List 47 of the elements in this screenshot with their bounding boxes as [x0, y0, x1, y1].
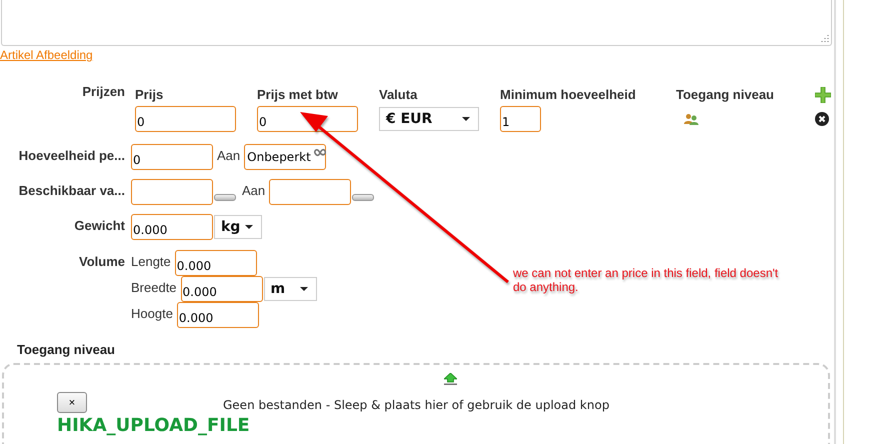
column-header: Minimum hoeveelheid [500, 86, 637, 104]
date-picker-button[interactable] [352, 194, 374, 201]
row-label: Volume [78, 253, 125, 269]
section-heading: Toegang niveau [17, 342, 116, 357]
input-field[interactable] [131, 179, 213, 205]
date-picker-button[interactable] [214, 194, 236, 201]
clear-button[interactable]: × [57, 392, 87, 413]
column-header: Valuta [379, 86, 418, 104]
drop-zone[interactable]: × Geen bestanden - Sleep & plaats hier of gebruik de upload knop HIKA_UPLOAD_FILE [2, 363, 830, 444]
text-area[interactable] [1, 0, 832, 46]
input-field[interactable]: 0.000 [180, 276, 263, 302]
caret-icon [462, 117, 470, 121]
input-field[interactable]: 0.000 [131, 214, 213, 240]
input-field[interactable]: Onbeperkt [244, 144, 326, 170]
upload-title: HIKA_UPLOAD_FILE [56, 415, 251, 436]
dropdown[interactable]: kg [214, 215, 262, 239]
input-field[interactable]: 0 [257, 106, 358, 132]
column-header: Prijs [135, 86, 164, 104]
field-label: Aan [241, 182, 266, 198]
dropdown[interactable]: m [264, 277, 317, 301]
input-field[interactable] [269, 179, 352, 205]
input-field[interactable]: 0 [135, 106, 236, 132]
users-icon [684, 113, 699, 125]
column-header: Toegang niveau [676, 86, 775, 104]
field-label: Aan [216, 147, 242, 163]
input-field[interactable]: 0 [131, 144, 213, 170]
upload-icon [444, 373, 457, 385]
add-icon [815, 87, 831, 103]
row-label: Gewicht [73, 217, 125, 233]
caret-icon [245, 225, 253, 229]
delete-icon [815, 112, 829, 126]
column-header: Prijs met btw [257, 86, 339, 104]
field-label: Breedte [131, 279, 177, 295]
input-field[interactable]: 0.000 [176, 302, 259, 328]
field-label: Lengte [131, 253, 171, 269]
row-label: Hoeveelheid pe... [18, 147, 125, 163]
input-field[interactable]: 0.000 [174, 250, 257, 276]
input-field[interactable]: 1 [500, 106, 541, 132]
infinity-icon [314, 148, 326, 157]
annotation-note: we can not enter an price in this field, field doesn't do anything. [513, 266, 780, 294]
drop-message: Geen bestanden - Sleep & plaats hier of gebruik de upload knop [223, 398, 610, 412]
row-label: Prijzen [81, 84, 126, 100]
field-label: Hoogte [131, 305, 173, 321]
resize-handle-icon [819, 34, 829, 43]
row-label: Beschikbaar va... [18, 182, 125, 198]
dropdown[interactable]: € EUR [379, 107, 479, 131]
caret-icon [300, 287, 308, 291]
